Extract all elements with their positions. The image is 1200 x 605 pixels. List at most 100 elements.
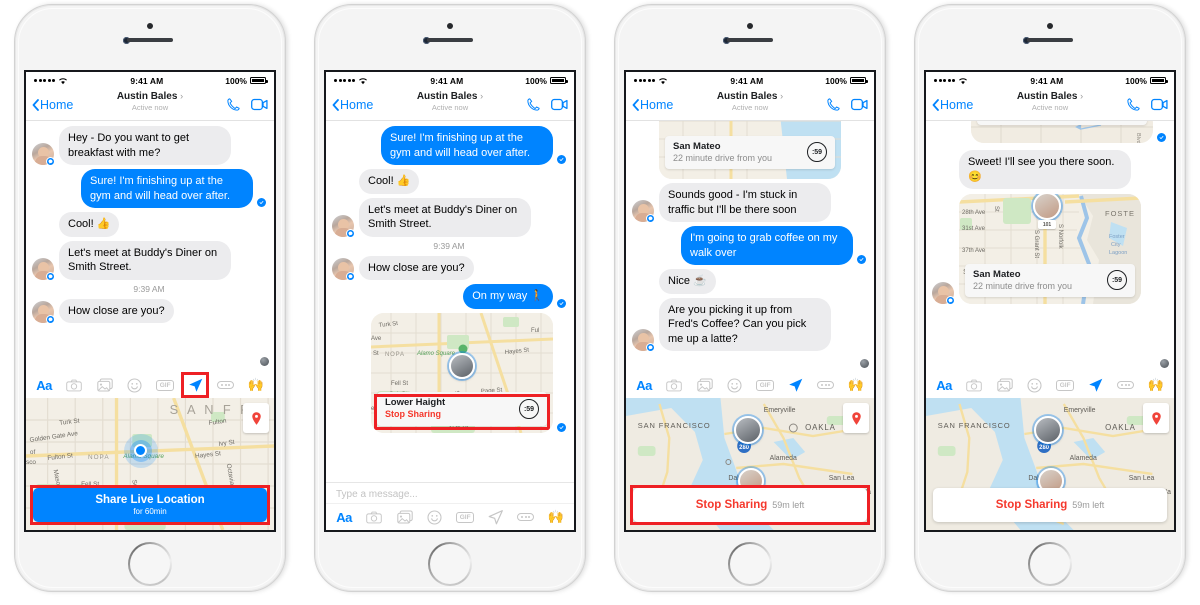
stop-sharing-link[interactable]: Stop Sharing	[385, 409, 519, 420]
text-format-button[interactable]: Aa	[935, 376, 953, 394]
svg-text:sco: sco	[26, 459, 36, 466]
text-format-button[interactable]: Aa	[635, 376, 653, 394]
gif-icon[interactable]: GIF	[156, 376, 175, 394]
message-thread[interactable]: Hey - Do you want to get breakfast with …	[26, 121, 274, 372]
back-to-home-button[interactable]: Home	[632, 98, 673, 112]
message-thread[interactable]: in Ave Lagoon San Mateo 22 minute drive …	[626, 121, 874, 372]
location-arrow-icon[interactable]	[486, 508, 504, 526]
avatar[interactable]	[332, 258, 355, 282]
home-button[interactable]	[728, 542, 772, 586]
wifi-icon	[959, 77, 968, 84]
phone-icon[interactable]	[826, 97, 841, 112]
message-input[interactable]: Type a message...	[326, 483, 574, 504]
photos-icon[interactable]	[696, 376, 714, 394]
phone-icon[interactable]	[1126, 97, 1141, 112]
avatar[interactable]	[32, 143, 55, 167]
more-dots	[817, 380, 835, 390]
status-time: 9:41 AM	[130, 75, 164, 86]
signal-dots-icon	[334, 79, 356, 82]
status-time: 9:41 AM	[1030, 75, 1064, 86]
message-thread[interactable]: Sure! I'm finishing up at the gym and wi…	[326, 121, 574, 482]
location-arrow-icon[interactable]	[786, 376, 804, 394]
live-location-info-bar[interactable]: San Mateo 22 minute drive from you :59	[665, 135, 835, 169]
video-icon[interactable]	[851, 98, 868, 111]
avatar[interactable]	[32, 257, 55, 281]
video-icon[interactable]	[551, 98, 568, 111]
message-thread[interactable]: Blvd Stop Sharing Sweet! I'll see you	[926, 121, 1174, 372]
raised-hands-icon[interactable]: 🙌	[247, 376, 265, 394]
more-icon[interactable]	[817, 376, 835, 394]
more-icon[interactable]	[1117, 376, 1135, 394]
nav-bar: Home Austin Bales › Active now	[626, 89, 874, 121]
location-name: San Mateo	[673, 140, 721, 152]
avatar[interactable]	[32, 301, 55, 325]
emoji-icon[interactable]	[426, 508, 444, 526]
live-location-info-bar[interactable]: San Mateo 22 minute drive from you :59	[965, 263, 1135, 298]
avatar[interactable]	[632, 200, 655, 224]
home-button[interactable]	[428, 542, 472, 586]
share-live-location-button[interactable]: Share Live Location for 60min	[33, 488, 267, 522]
gif-label: GIF	[1056, 379, 1075, 391]
phone-icon[interactable]	[526, 97, 541, 112]
more-icon[interactable]	[517, 508, 535, 526]
text-format-button[interactable]: Aa	[35, 376, 53, 394]
phone-2-sharing-started: 9:41 AM 100% Home Austin Bales › Active …	[300, 0, 600, 605]
live-location-card[interactable]: 28th Ave 31st Ave 37th Ave SAN MATEO S G…	[959, 194, 1141, 305]
message-bubble: Sure! I'm finishing up at the gym and wi…	[81, 169, 253, 209]
emoji-icon[interactable]	[1026, 376, 1044, 394]
camera-icon[interactable]	[365, 508, 383, 526]
avatar[interactable]	[332, 214, 355, 238]
live-location-card[interactable]: in Ave Lagoon San Mateo 22 minute drive …	[659, 121, 841, 179]
messenger-badge-icon	[646, 214, 655, 224]
map-pin-card[interactable]	[243, 403, 269, 433]
back-to-home-button[interactable]: Home	[932, 98, 973, 112]
gif-icon[interactable]: GIF	[1056, 376, 1075, 394]
home-button[interactable]	[1028, 542, 1072, 586]
phone-icon[interactable]	[226, 97, 241, 112]
avatar[interactable]	[932, 282, 955, 306]
home-button[interactable]	[128, 542, 172, 586]
live-location-info-bar[interactable]: Lower Haight Stop Sharing :59	[377, 392, 547, 426]
location-name: Lower Haight	[385, 397, 446, 409]
map-pin-card[interactable]	[1143, 403, 1169, 433]
map-pin-card[interactable]	[843, 403, 869, 433]
video-icon[interactable]	[1151, 98, 1168, 111]
svg-text:Blvd: Blvd	[1135, 133, 1141, 143]
live-location-card-partial[interactable]: Blvd Stop Sharing	[971, 121, 1153, 143]
more-icon[interactable]	[217, 376, 235, 394]
gif-icon[interactable]: GIF	[756, 376, 775, 394]
camera-icon[interactable]	[665, 376, 683, 394]
stop-sharing-button[interactable]: Stop Sharing 59m left	[633, 488, 867, 522]
emoji-icon[interactable]	[726, 376, 744, 394]
live-location-card[interactable]: Turk St Ave St NOPA Alamo Square Hayes S…	[371, 312, 553, 433]
avatar[interactable]	[632, 329, 655, 353]
photos-icon[interactable]	[396, 508, 414, 526]
back-label: Home	[40, 97, 74, 112]
chevron-left-icon	[932, 98, 939, 111]
emoji-icon[interactable]	[126, 376, 144, 394]
stop-sharing-button[interactable]: Stop Sharing 59m left	[933, 488, 1167, 522]
location-arrow-icon[interactable]	[1086, 376, 1104, 394]
camera-icon[interactable]	[65, 376, 83, 394]
photos-icon[interactable]	[96, 376, 114, 394]
gif-icon[interactable]: GIF	[456, 508, 475, 526]
live-location-info-bar[interactable]: Stop Sharing	[977, 121, 1147, 125]
back-to-home-button[interactable]: Home	[32, 98, 73, 112]
location-sheet: Turk St Golden Gate Ave Fulton St NOPA A…	[26, 398, 274, 530]
more-dots	[517, 512, 535, 522]
video-icon[interactable]	[251, 98, 268, 111]
camera-icon[interactable]	[965, 376, 983, 394]
raised-hands-icon[interactable]: 🙌	[547, 508, 565, 526]
svg-text:Foster: Foster	[1109, 234, 1125, 240]
battery-icon	[850, 76, 868, 85]
raised-hands-icon[interactable]: 🙌	[847, 376, 865, 394]
signal-dots-icon	[34, 79, 56, 82]
status-left	[934, 77, 968, 85]
back-to-home-button[interactable]: Home	[332, 98, 373, 112]
raised-hands-icon[interactable]: 🙌	[1147, 376, 1165, 394]
photos-icon[interactable]	[996, 376, 1014, 394]
text-format-button[interactable]: Aa	[335, 508, 353, 526]
location-arrow-icon[interactable]	[181, 372, 210, 398]
svg-text:S Grant St: S Grant St	[1033, 230, 1039, 258]
svg-text:St: St	[993, 206, 999, 212]
